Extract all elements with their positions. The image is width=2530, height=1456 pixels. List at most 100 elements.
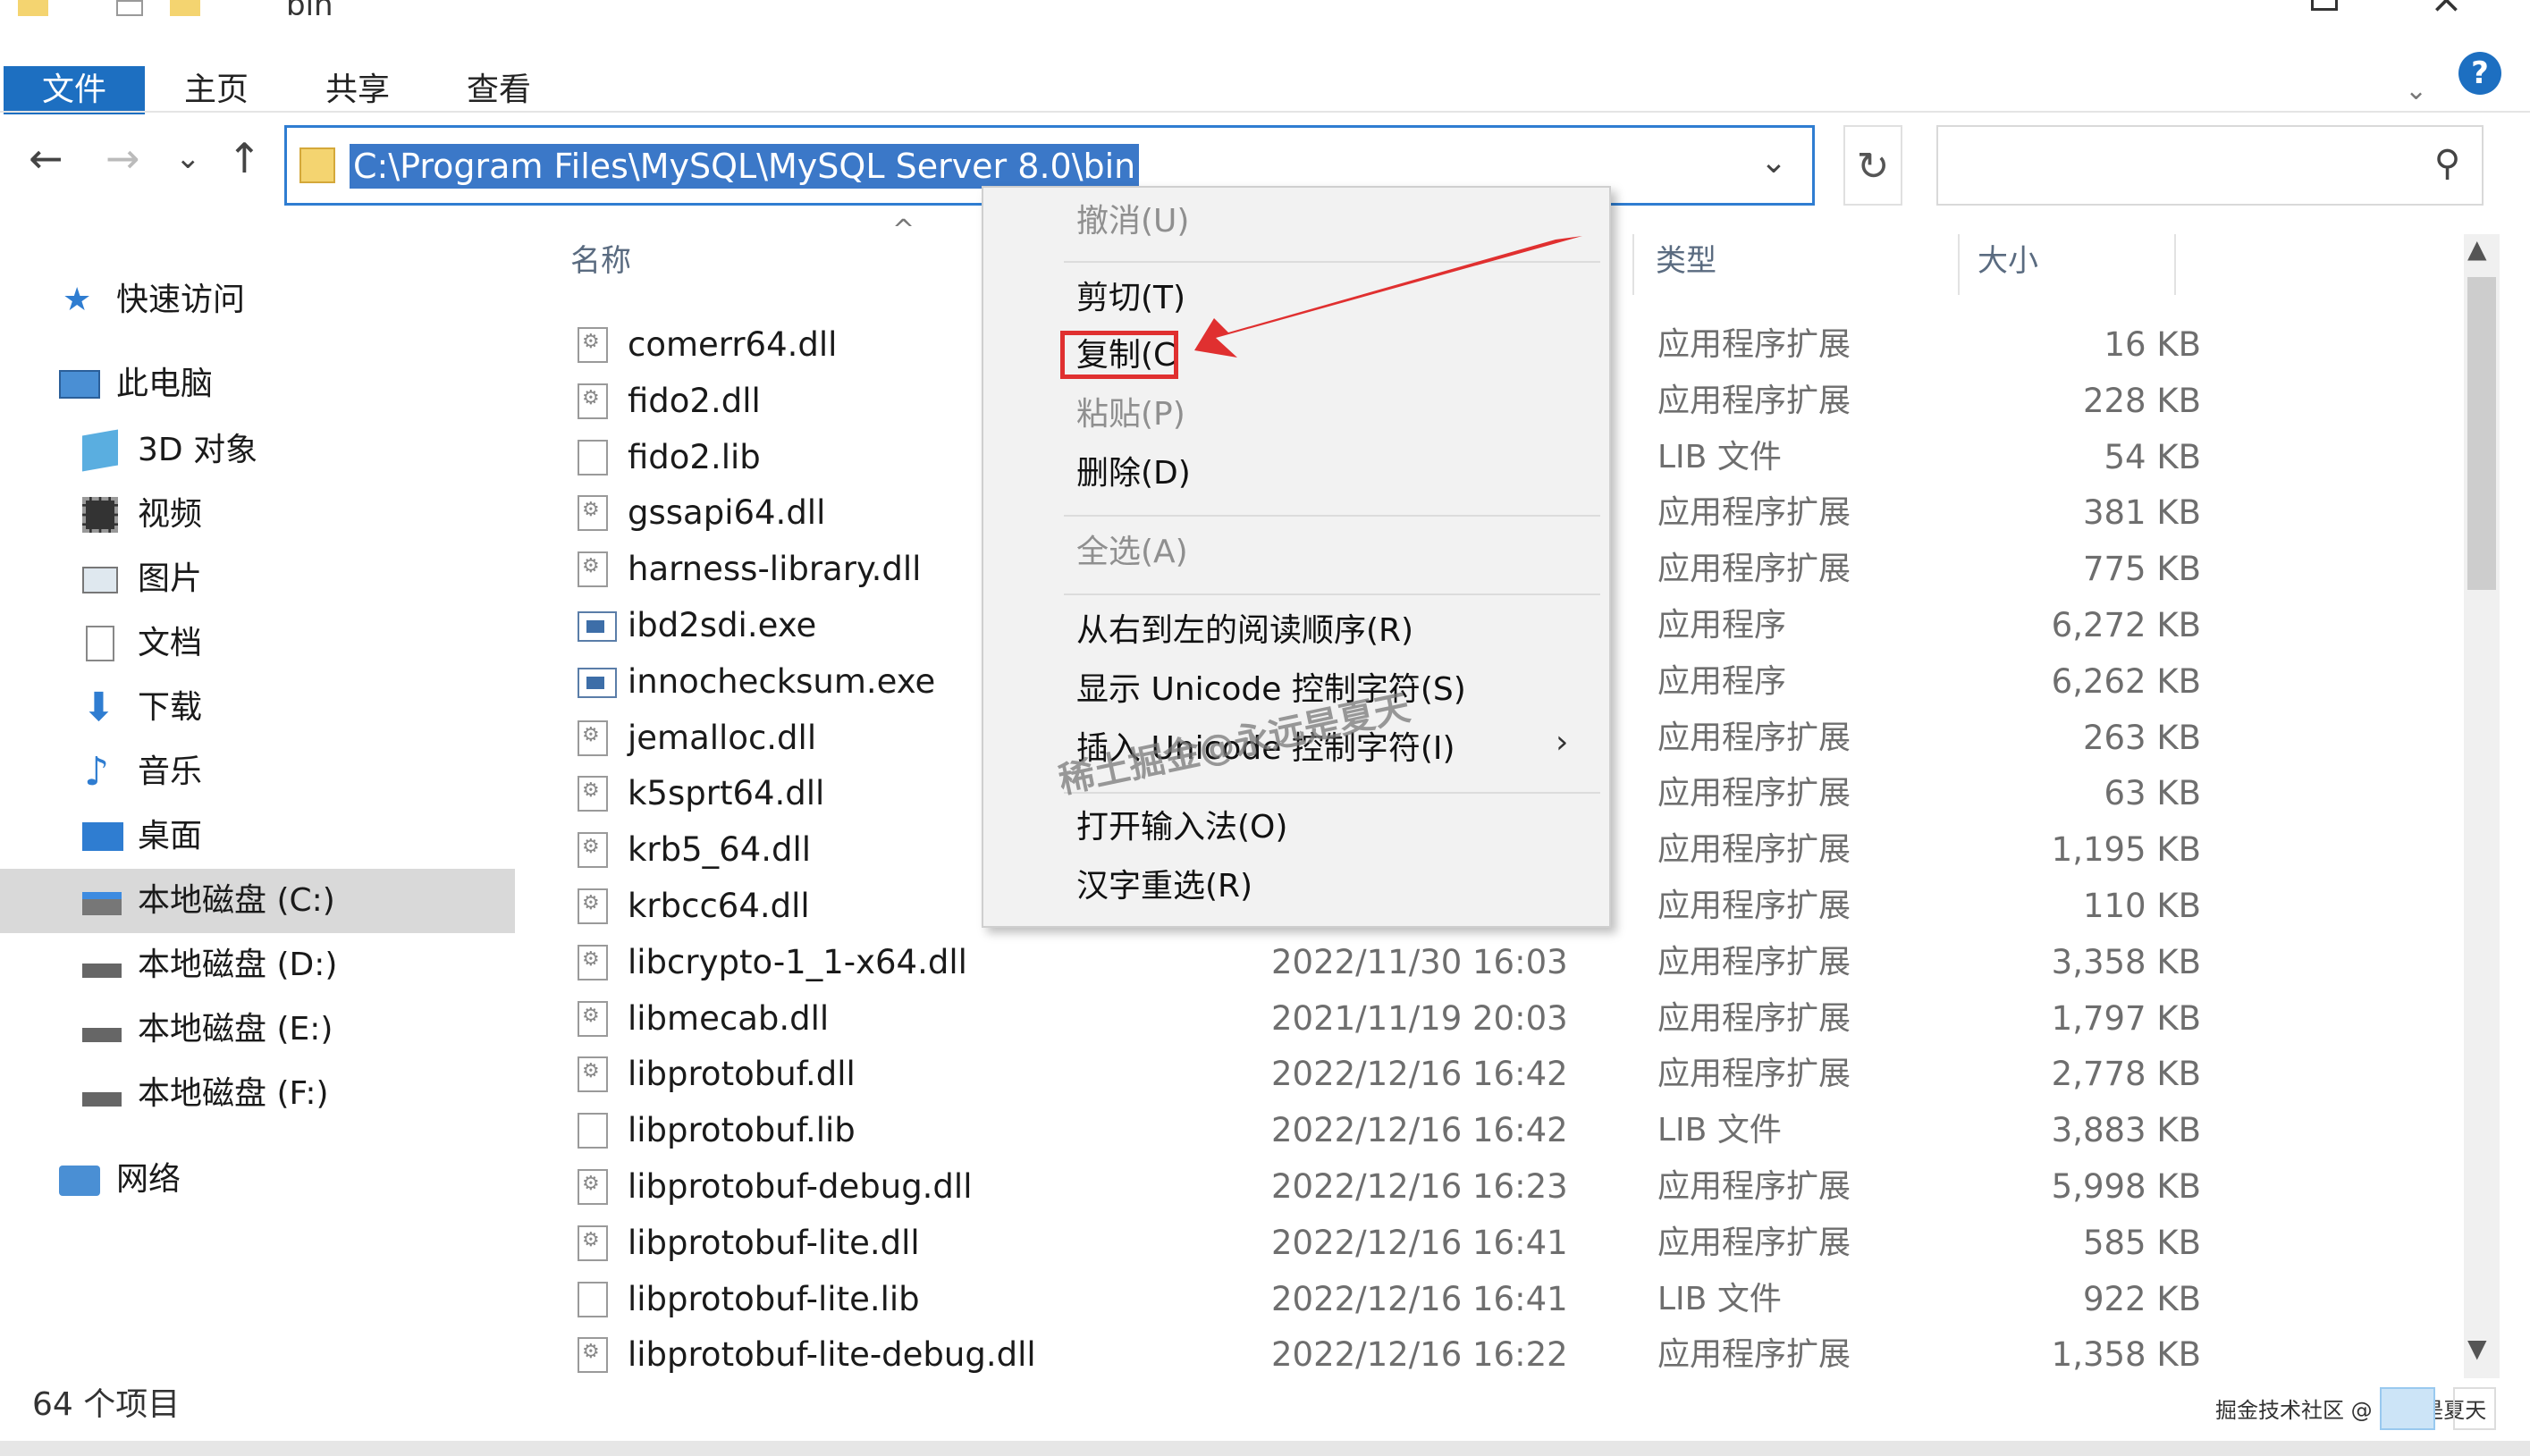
file-size: 381 KB xyxy=(2082,493,2201,532)
file-type: 应用程序扩展 xyxy=(1657,383,1851,419)
file-row[interactable]: libcrypto-1_1-x64.dll 2022/11/30 16:03 应用程… xyxy=(572,934,2201,990)
address-dropdown-icon[interactable]: ⌄ xyxy=(1760,144,1787,181)
dll-file-icon xyxy=(578,776,608,812)
file-size: 1,358 KB xyxy=(2051,1335,2201,1374)
file-row[interactable]: libprotobuf.dll 2022/12/16 16:42 应用程序扩展 2,7… xyxy=(572,1046,2201,1102)
tab-view[interactable]: 查看 xyxy=(467,66,531,114)
dll-file-icon xyxy=(578,383,608,419)
network-icon xyxy=(59,1166,100,1196)
address-folder-icon xyxy=(299,147,335,183)
address-path[interactable]: C:\Program Files\MySQL\MySQL Server 8.0\… xyxy=(350,144,1140,189)
menu-item-delete[interactable]: 删除(D) xyxy=(1076,447,1191,501)
column-divider[interactable] xyxy=(2174,234,2176,295)
file-row[interactable]: libprotobuf-debug.dll 2022/12/16 16:23 应用程… xyxy=(572,1158,2201,1215)
file-name: libprotobuf.lib xyxy=(628,1111,856,1149)
dll-file-icon xyxy=(578,832,608,868)
search-input[interactable]: ⚲ xyxy=(1936,125,2484,206)
menu-item-select-all[interactable]: 全选(A) xyxy=(1076,526,1188,579)
title-bar: bin × xyxy=(0,0,2530,23)
file-size: 585 KB xyxy=(2082,1224,2201,1262)
file-size: 16 KB xyxy=(2104,325,2202,364)
maximize-icon[interactable] xyxy=(2311,0,2338,11)
file-size: 63 KB xyxy=(2104,774,2202,812)
cube-icon xyxy=(82,429,118,472)
file-name: k5sprt64.dll xyxy=(628,774,825,812)
file-size: 3,358 KB xyxy=(2051,943,2201,981)
help-icon[interactable]: ? xyxy=(2458,52,2501,95)
forward-icon[interactable]: → xyxy=(105,136,140,181)
tab-share[interactable]: 共享 xyxy=(325,66,390,114)
menu-item-paste[interactable]: 粘贴(P) xyxy=(1076,388,1185,442)
sort-ascending-icon: ^ xyxy=(892,215,915,246)
tab-home[interactable]: 主页 xyxy=(184,66,249,114)
file-size: 54 KB xyxy=(2104,438,2202,476)
file-type: 应用程序扩展 xyxy=(1657,494,1851,531)
file-row[interactable]: libprotobuf-lite.dll 2022/12/16 16:41 应用程序… xyxy=(572,1215,2201,1271)
file-type: 应用程序扩展 xyxy=(1657,1168,1851,1205)
column-header-name[interactable]: 名称 xyxy=(570,240,631,282)
column-header-type[interactable]: 类型 xyxy=(1656,240,1716,282)
file-name: libcrypto-1_1-x64.dll xyxy=(628,943,967,981)
scrollbar-thumb[interactable] xyxy=(2467,277,2496,590)
dll-file-icon xyxy=(578,1056,608,1092)
menu-item-reconversion[interactable]: 汉字重选(R) xyxy=(1076,860,1252,913)
window-bottom-edge xyxy=(0,1441,2530,1456)
new-folder-icon[interactable] xyxy=(170,0,200,16)
file-date: 2021/11/19 20:03 xyxy=(1271,999,1568,1038)
dll-file-icon xyxy=(578,1001,608,1037)
computer-icon xyxy=(59,370,100,399)
ribbon-expand-chevron-icon[interactable]: ⌄ xyxy=(2405,75,2427,106)
menu-item-rtl-reading[interactable]: 从右到左的阅读顺序(R) xyxy=(1076,604,1413,658)
status-item-count: 64 个项目 xyxy=(32,1386,181,1423)
film-icon xyxy=(82,497,118,533)
menu-separator xyxy=(1064,593,1600,595)
dll-file-icon xyxy=(578,551,608,587)
file-name: libprotobuf-debug.dll xyxy=(628,1167,973,1206)
lib-file-icon xyxy=(578,1113,608,1149)
download-arrow-icon: ⬇ xyxy=(82,685,115,730)
scroll-up-icon[interactable]: ▲ xyxy=(2467,234,2487,264)
file-size: 1,797 KB xyxy=(2051,999,2201,1038)
file-name: comerr64.dll xyxy=(628,325,838,364)
file-date: 2022/12/16 16:23 xyxy=(1271,1167,1568,1206)
scroll-down-icon[interactable]: ▼ xyxy=(2467,1334,2487,1363)
properties-icon[interactable] xyxy=(116,0,143,16)
file-row[interactable]: libprotobuf-lite-debug.dll 2022/12/16 16:… xyxy=(572,1326,2201,1383)
up-icon[interactable]: ↑ xyxy=(227,136,262,181)
annotation-arrow-icon xyxy=(1194,236,1582,358)
file-size: 922 KB xyxy=(2082,1280,2201,1318)
file-row[interactable]: libmecab.dll 2021/11/19 20:03 应用程序扩展 1,797 … xyxy=(572,990,2201,1047)
menu-item-open-ime[interactable]: 打开输入法(O) xyxy=(1076,801,1287,854)
close-icon[interactable]: × xyxy=(2430,0,2463,22)
tab-file[interactable]: 文件 xyxy=(4,66,145,114)
large-icons-view-icon[interactable] xyxy=(2453,1387,2496,1430)
file-type: LIB 文件 xyxy=(1657,1112,1782,1149)
file-type: 应用程序扩展 xyxy=(1657,326,1851,363)
file-type: 应用程序 xyxy=(1657,607,1787,644)
file-name: ibd2sdi.exe xyxy=(628,606,817,644)
ribbon-divider xyxy=(0,111,2530,113)
file-type: 应用程序扩展 xyxy=(1657,720,1851,756)
lib-file-icon xyxy=(578,1282,608,1317)
menu-item-copy[interactable]: 复制(C xyxy=(1076,329,1176,383)
file-row[interactable]: libprotobuf.lib 2022/12/16 16:42 LIB 文件 3,8… xyxy=(572,1102,2201,1158)
file-type: 应用程序扩展 xyxy=(1657,1225,1851,1261)
drive-icon xyxy=(82,1092,122,1107)
file-name: libprotobuf-lite.dll xyxy=(628,1224,920,1262)
file-type: 应用程序 xyxy=(1657,663,1787,700)
file-row[interactable]: libprotobuf-lite.lib 2022/12/16 16:41 LIB … xyxy=(572,1271,2201,1327)
dll-file-icon xyxy=(578,1225,608,1261)
refresh-button[interactable]: ↻ xyxy=(1843,125,1902,206)
file-name: fido2.lib xyxy=(628,438,761,476)
column-header-size[interactable]: 大小 xyxy=(1978,240,2038,282)
column-divider[interactable] xyxy=(1958,234,1960,295)
file-date: 2022/12/16 16:22 xyxy=(1271,1335,1568,1374)
details-view-icon[interactable] xyxy=(2380,1387,2435,1430)
file-type: LIB 文件 xyxy=(1657,439,1782,476)
file-type: 应用程序扩展 xyxy=(1657,1000,1851,1037)
back-icon[interactable]: ← xyxy=(29,136,63,181)
dll-file-icon xyxy=(578,1337,608,1373)
star-pin-icon: ★ xyxy=(63,282,92,318)
recent-locations-icon[interactable]: ⌄ xyxy=(175,136,201,181)
column-divider[interactable] xyxy=(1632,234,1634,295)
